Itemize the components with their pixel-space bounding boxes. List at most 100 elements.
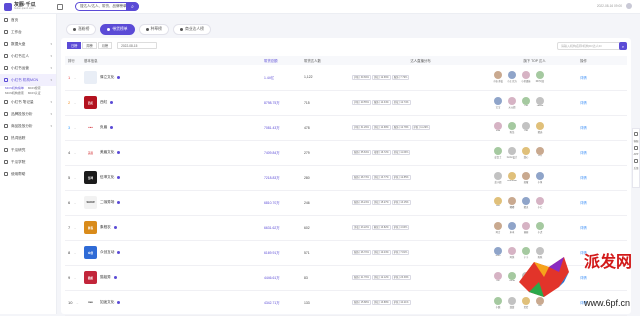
- org-name[interactable]: 猫姐秀: [100, 275, 111, 280]
- detail-link[interactable]: 详情: [580, 151, 587, 155]
- top-creator[interactable]: 小张·美妆: [492, 71, 504, 83]
- top-creator[interactable]: DIY时尚: [534, 71, 546, 83]
- org-info[interactable]: SHOW二咖秀场: [84, 196, 261, 209]
- sidebar-item-1[interactable]: 工作台: [0, 26, 56, 38]
- detail-link[interactable]: 详情: [580, 201, 587, 205]
- org-info[interactable]: 美眉美眉文化: [84, 146, 261, 159]
- top-creator[interactable]: 阿言: [492, 222, 504, 234]
- org-name[interactable]: 驿立文化: [100, 75, 114, 80]
- tab-2[interactable]: 种草榜: [139, 24, 169, 35]
- org-info[interactable]: 驿立文化: [84, 71, 261, 84]
- filter-month[interactable]: 月榜: [98, 42, 112, 49]
- sidebar-more-item-2[interactable]: 商品投放分析▾: [0, 120, 56, 132]
- top-creator[interactable]: Lulu: [492, 122, 504, 134]
- org-name[interactable]: 美眉文化: [100, 150, 114, 155]
- top-creator[interactable]: sihui: [492, 247, 504, 259]
- org-info[interactable]: 伍坤伍坤文化: [84, 171, 261, 184]
- top-creator[interactable]: Hia: [520, 97, 532, 109]
- date-picker[interactable]: 2022-08-15: [117, 42, 157, 49]
- sidebar-more-item-4[interactable]: 千瓜研究: [0, 144, 56, 156]
- top-creator[interactable]: 小鹿: [492, 297, 504, 309]
- mcn-search-button[interactable]: ⌕: [619, 42, 627, 50]
- rail-feedback-label[interactable]: 反馈: [634, 166, 639, 170]
- sidebar-collapse-icon[interactable]: [57, 4, 63, 10]
- org-name[interactable]: 西虹: [100, 100, 107, 105]
- sidebar-more-item-6[interactable]: 使用帮助: [0, 168, 56, 180]
- top-creator[interactable]: 小王 官方: [506, 71, 518, 83]
- sidebar-more-item-1[interactable]: 品牌投放分析▾: [0, 108, 56, 120]
- rail-service-label[interactable]: 客服: [634, 139, 639, 143]
- detail-link[interactable]: 详情: [580, 126, 587, 130]
- org-name[interactable]: 负眉: [100, 125, 107, 130]
- tab-3[interactable]: 商业达人榜: [173, 24, 211, 35]
- top-creator[interactable]: 精灵: [520, 197, 532, 209]
- detail-link[interactable]: 详情: [580, 76, 587, 80]
- sidebar-item-2[interactable]: 数据大盘▾: [0, 38, 56, 50]
- tab-0[interactable]: 涨粉榜: [66, 24, 96, 35]
- top-creator[interactable]: Lily: [534, 147, 546, 159]
- global-search-button[interactable]: ⌕: [126, 2, 139, 11]
- phone-icon[interactable]: [634, 146, 638, 150]
- top-creator[interactable]: 宝宝: [492, 97, 504, 109]
- sidebar-item-3[interactable]: 小红书达人▾: [0, 50, 56, 62]
- org-info[interactable]: nuo如途文化: [84, 296, 261, 309]
- mcn-search-input[interactable]: 请输入机构名称/机构ID/达人ID: [557, 42, 621, 50]
- top-creator[interactable]: 木木: [506, 222, 518, 234]
- customer-service-icon[interactable]: [634, 132, 638, 136]
- top-creator[interactable]: 元元姐: [506, 97, 518, 109]
- top-creator[interactable]: 彭女士: [492, 147, 504, 159]
- top-creator[interactable]: 精选: [534, 122, 546, 134]
- filter-week[interactable]: 周榜: [82, 42, 96, 49]
- user-avatar[interactable]: [626, 3, 632, 9]
- detail-link[interactable]: 详情: [580, 176, 587, 180]
- sidebar-more-item-5[interactable]: 千瓜学院: [0, 156, 56, 168]
- sidebar-item-4[interactable]: 小红书运营▾: [0, 62, 56, 74]
- top-creator[interactable]: CoCo设计: [506, 147, 518, 159]
- org-name[interactable]: 二咖秀场: [100, 200, 114, 205]
- top-creator[interactable]: Jessie: [534, 97, 546, 109]
- org-info[interactable]: 猫姐猫姐秀: [84, 271, 261, 284]
- detail-link[interactable]: 详情: [580, 226, 587, 230]
- detail-link[interactable]: 详情: [580, 101, 587, 105]
- top-creator[interactable]: Anshoule: [506, 172, 518, 184]
- trend-icon: –: [74, 176, 76, 180]
- feedback-icon[interactable]: [634, 159, 638, 163]
- top-creator[interactable]: 小美姐妹: [520, 71, 532, 83]
- sidebar-item-5[interactable]: 小红书 机构MCN▾: [0, 74, 56, 86]
- avatar: [494, 97, 502, 105]
- org-name[interactable]: 象程农: [100, 225, 111, 230]
- top-creator[interactable]: 嘟嘟: [506, 197, 518, 209]
- category-tag: 护肤 | 4.63%: [392, 225, 410, 231]
- org-name[interactable]: 伍坤文化: [100, 175, 114, 180]
- top-creator[interactable]: 小鱼: [534, 172, 546, 184]
- org-info[interactable]: 象程象程农: [84, 221, 261, 234]
- rail-app-label[interactable]: APP: [634, 153, 639, 156]
- top-creator[interactable]: 闺蜜: [520, 172, 532, 184]
- sidebar-more-item-0[interactable]: 小红书 笔记量▾: [0, 96, 56, 108]
- top-creator[interactable]: 蓝小姐: [492, 172, 504, 184]
- col-creator-count[interactable]: 带货达人数: [301, 56, 349, 65]
- sidebar-more-item-3[interactable]: 热词追踪: [0, 132, 56, 144]
- top-creator[interactable]: Yeh: [492, 272, 504, 284]
- org-name[interactable]: 众创互动: [100, 250, 114, 255]
- top-creator[interactable]: 小虎: [534, 222, 546, 234]
- top-creator[interactable]: Leo: [492, 197, 504, 209]
- top-creator[interactable]: 丽丽: [520, 222, 532, 234]
- sidebar-sub-mcn-cert[interactable]: MCN认证: [28, 91, 41, 96]
- org-name[interactable]: 如途文化: [100, 300, 114, 305]
- top-creators: Leo嘟嘟精灵小七: [492, 197, 577, 209]
- org-info[interactable]: 西虹西虹: [84, 96, 261, 109]
- org-info[interactable]: 众创众创互动: [84, 246, 261, 259]
- logo[interactable]: 灰豚·千瓜 huitun.qianh.com: [0, 0, 50, 14]
- top-creator-name: Jessie: [534, 105, 546, 107]
- top-creator[interactable]: 陈浩: [506, 122, 518, 134]
- sidebar-item-0[interactable]: 首页: [0, 14, 56, 26]
- sidebar-sub-mcn-org-search[interactable]: MCN机构搜索: [5, 91, 24, 96]
- tab-1[interactable]: 带货榜单: [100, 24, 134, 35]
- filter-day[interactable]: 日榜: [67, 42, 81, 49]
- col-gmv[interactable]: 带货总额: [261, 56, 301, 65]
- top-creator[interactable]: 小七: [534, 197, 546, 209]
- org-info[interactable]: ●●●负眉: [84, 121, 261, 134]
- top-creator[interactable]: 甜心: [520, 147, 532, 159]
- top-creator[interactable]: Ytar: [520, 122, 532, 134]
